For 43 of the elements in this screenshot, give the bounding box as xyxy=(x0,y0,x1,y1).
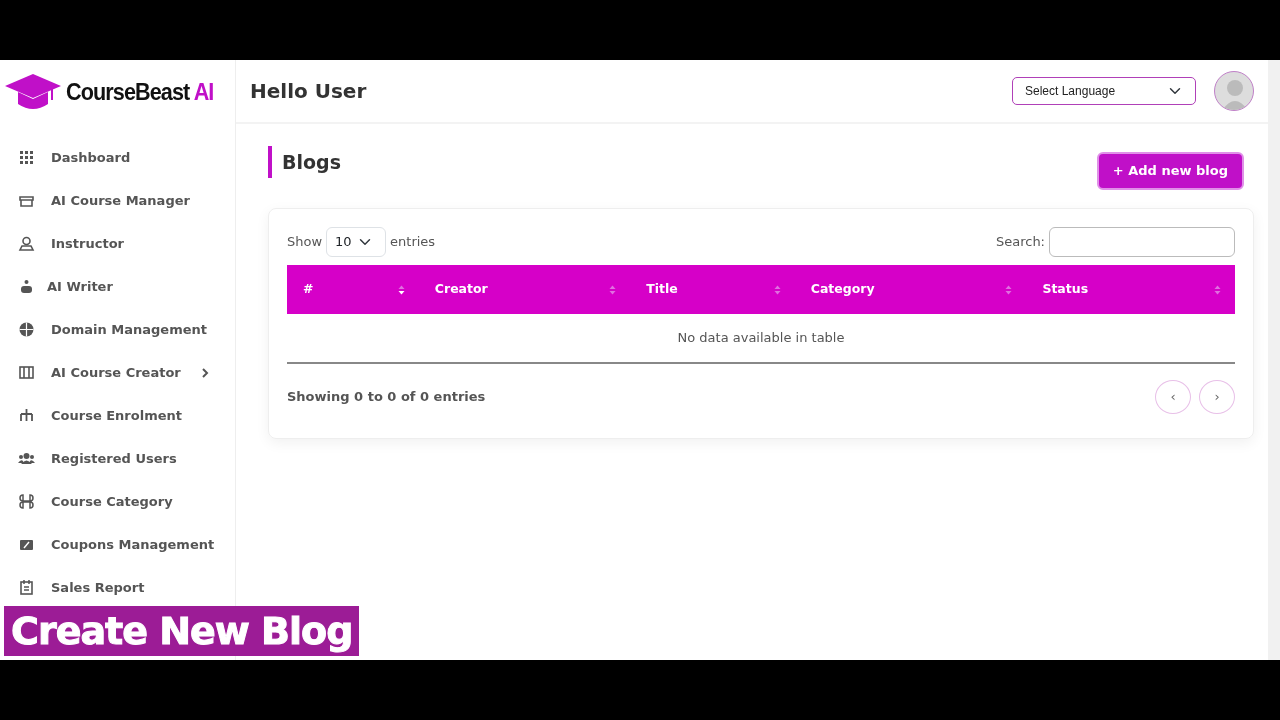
column-header[interactable]: Title xyxy=(646,280,678,299)
avatar[interactable] xyxy=(1214,71,1254,111)
entries-label: entries xyxy=(390,233,436,252)
page-size-select[interactable]: 10 xyxy=(326,227,387,257)
search-label: Search: xyxy=(995,233,1045,252)
sidebar-item[interactable]: Course Category xyxy=(0,480,235,523)
sidebar-item[interactable]: AI Course Creator xyxy=(0,351,235,394)
sidebar-item[interactable]: Dashboard xyxy=(0,136,235,179)
sidebar-item[interactable]: Coupons Management xyxy=(0,523,235,566)
add-blog-button[interactable]: + Add new blog xyxy=(1096,152,1244,190)
previous-page-button[interactable]: ‹ xyxy=(1155,380,1191,414)
sidebar-item[interactable]: AI Writer xyxy=(0,265,235,308)
film-icon xyxy=(18,364,35,381)
empty-message: No data available in table xyxy=(677,329,845,348)
chevron-icon xyxy=(200,367,209,378)
column-header[interactable]: # xyxy=(303,280,314,299)
sidebar-item[interactable]: Sales Report xyxy=(0,566,235,609)
logo-text: CourseBeast AI xyxy=(66,77,214,107)
next-page-button[interactable]: › xyxy=(1199,380,1235,414)
table-info: Showing 0 to 0 of 0 entries xyxy=(287,388,486,407)
sidebar-item[interactable]: Instructor xyxy=(0,222,235,265)
users-icon xyxy=(18,450,35,467)
globe-icon xyxy=(18,321,35,338)
caption-overlay: Create New Blog xyxy=(4,606,360,656)
command-icon xyxy=(18,493,35,510)
grid-icon xyxy=(18,149,35,166)
sidebar-item[interactable]: Registered Users xyxy=(0,437,235,480)
clipboard-icon xyxy=(18,579,35,596)
language-select[interactable]: Select Language xyxy=(1012,77,1196,105)
column-header[interactable]: Creator xyxy=(434,280,488,299)
graduation-cap-icon xyxy=(4,72,62,112)
person-icon xyxy=(18,235,35,252)
column-header[interactable]: Category xyxy=(810,280,875,299)
sidebar-item[interactable]: AI Course Manager xyxy=(0,179,235,222)
greeting: Hello User xyxy=(250,79,367,103)
hierarchy-icon xyxy=(18,407,35,424)
show-label: Show xyxy=(287,233,323,252)
scrollbar[interactable] xyxy=(1268,60,1280,660)
search-field[interactable] xyxy=(1049,227,1235,257)
sidebar-item[interactable]: Course Enrolment xyxy=(0,394,235,437)
page-title: Blogs xyxy=(268,146,341,178)
column-header[interactable]: Status xyxy=(1042,280,1089,299)
sidebar-item[interactable]: Domain Management xyxy=(0,308,235,351)
